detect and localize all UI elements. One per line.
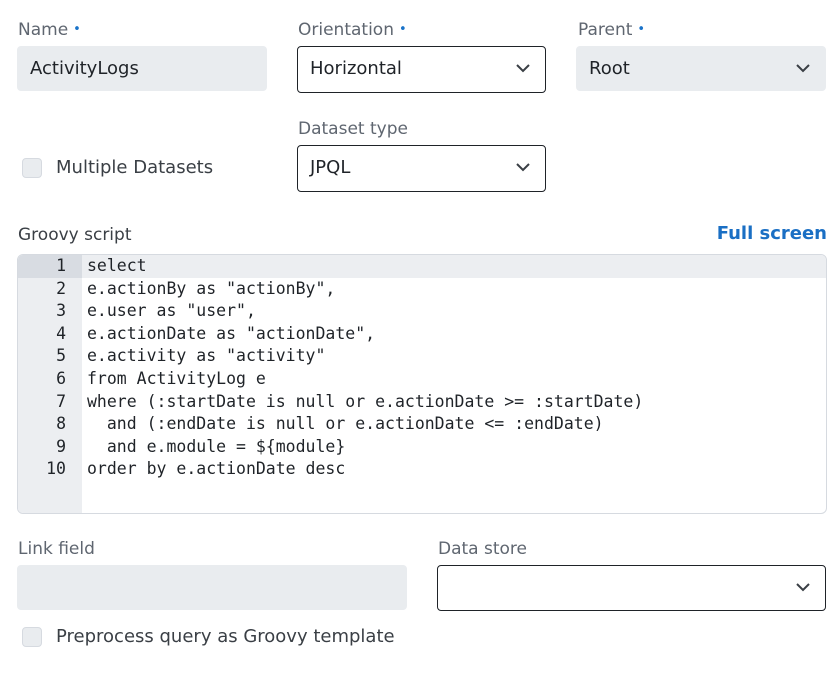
line-number: 10 xyxy=(46,459,66,479)
line-number: 9 xyxy=(56,436,66,456)
dataset-type-value: JPQL xyxy=(310,157,351,178)
preprocess-label: Preprocess query as Groovy template xyxy=(56,626,395,647)
code-text: where (:startDate is null or e.actionDat… xyxy=(87,391,644,411)
code-line[interactable]: 1 select xyxy=(18,255,826,278)
code-text: e.user as "user", xyxy=(87,301,256,321)
chevron-down-icon xyxy=(796,583,810,592)
line-number: 2 xyxy=(56,278,66,298)
required-marker: • xyxy=(73,22,81,37)
name-label: Name • xyxy=(18,20,81,40)
orientation-label: Orientation • xyxy=(298,20,407,40)
line-number: 3 xyxy=(56,301,66,321)
link-field-label: Link field xyxy=(18,539,95,559)
preprocess-checkbox[interactable] xyxy=(22,626,42,647)
code-text: from ActivityLog e xyxy=(87,369,266,388)
chevron-down-icon xyxy=(516,163,530,172)
code-text: order by e.actionDate desc xyxy=(87,459,346,479)
code-line[interactable]: 3 e.user as "user", xyxy=(18,300,826,323)
required-marker: • xyxy=(398,22,407,37)
code-line[interactable]: 6 from ActivityLog e xyxy=(18,368,826,391)
parent-select[interactable]: Root xyxy=(576,46,826,91)
code-line[interactable]: 9 and e.module = ${module} xyxy=(18,436,826,459)
name-field[interactable]: ActivityLogs xyxy=(17,46,267,91)
code-line[interactable]: 10 order by e.actionDate desc xyxy=(18,458,826,481)
parent-value: Root xyxy=(589,58,630,79)
code-text: and (:endDate is null or e.actionDate <=… xyxy=(87,414,604,434)
code-text: e.activity as "activity" xyxy=(87,346,326,366)
line-number: 5 xyxy=(56,346,66,366)
code-text: e.actionDate as "actionDate", xyxy=(87,323,376,343)
required-marker: • xyxy=(637,22,646,37)
groovy-script-label: Groovy script xyxy=(18,225,132,245)
data-store-select[interactable] xyxy=(437,565,826,611)
name-value: ActivityLogs xyxy=(30,58,139,79)
multiple-datasets-checkbox[interactable] xyxy=(22,157,42,178)
groovy-script-editor[interactable]: 1 select 2 e.actionBy as "actionBy", 3 e.user… xyxy=(17,254,827,514)
preprocess-row[interactable]: Preprocess query as Groovy template xyxy=(22,626,395,647)
line-number: 6 xyxy=(56,369,66,388)
line-number: 8 xyxy=(56,414,66,434)
data-store-label: Data store xyxy=(438,539,527,559)
dataset-type-label: Dataset type xyxy=(298,119,408,139)
code-line[interactable]: 2 e.actionBy as "actionBy", xyxy=(18,278,826,301)
orientation-value: Horizontal xyxy=(310,58,402,79)
code-text: e.actionBy as "actionBy", xyxy=(87,278,336,298)
line-number: 1 xyxy=(18,255,82,278)
code-text: select xyxy=(87,256,147,275)
multiple-datasets-label: Multiple Datasets xyxy=(56,157,214,178)
dataset-type-select[interactable]: JPQL xyxy=(297,145,546,192)
multiple-datasets-row[interactable]: Multiple Datasets xyxy=(22,157,213,178)
code-line[interactable]: 8 and (:endDate is null or e.actionDate … xyxy=(18,413,826,436)
full-screen-link[interactable]: Full screen xyxy=(717,223,827,244)
parent-label: Parent • xyxy=(578,20,646,40)
code-text: and e.module = ${module} xyxy=(87,436,346,456)
code-line[interactable]: 4 e.actionDate as "actionDate", xyxy=(18,323,826,346)
line-number: 4 xyxy=(56,323,66,343)
code-line[interactable]: 5 e.activity as "activity" xyxy=(18,345,826,368)
chevron-down-icon xyxy=(516,64,530,73)
code-line[interactable]: 7 where (:startDate is null or e.actionDa… xyxy=(18,391,826,414)
orientation-select[interactable]: Horizontal xyxy=(297,46,546,93)
link-field-input[interactable] xyxy=(17,565,407,610)
chevron-down-icon xyxy=(796,64,810,73)
line-number: 7 xyxy=(56,391,66,411)
